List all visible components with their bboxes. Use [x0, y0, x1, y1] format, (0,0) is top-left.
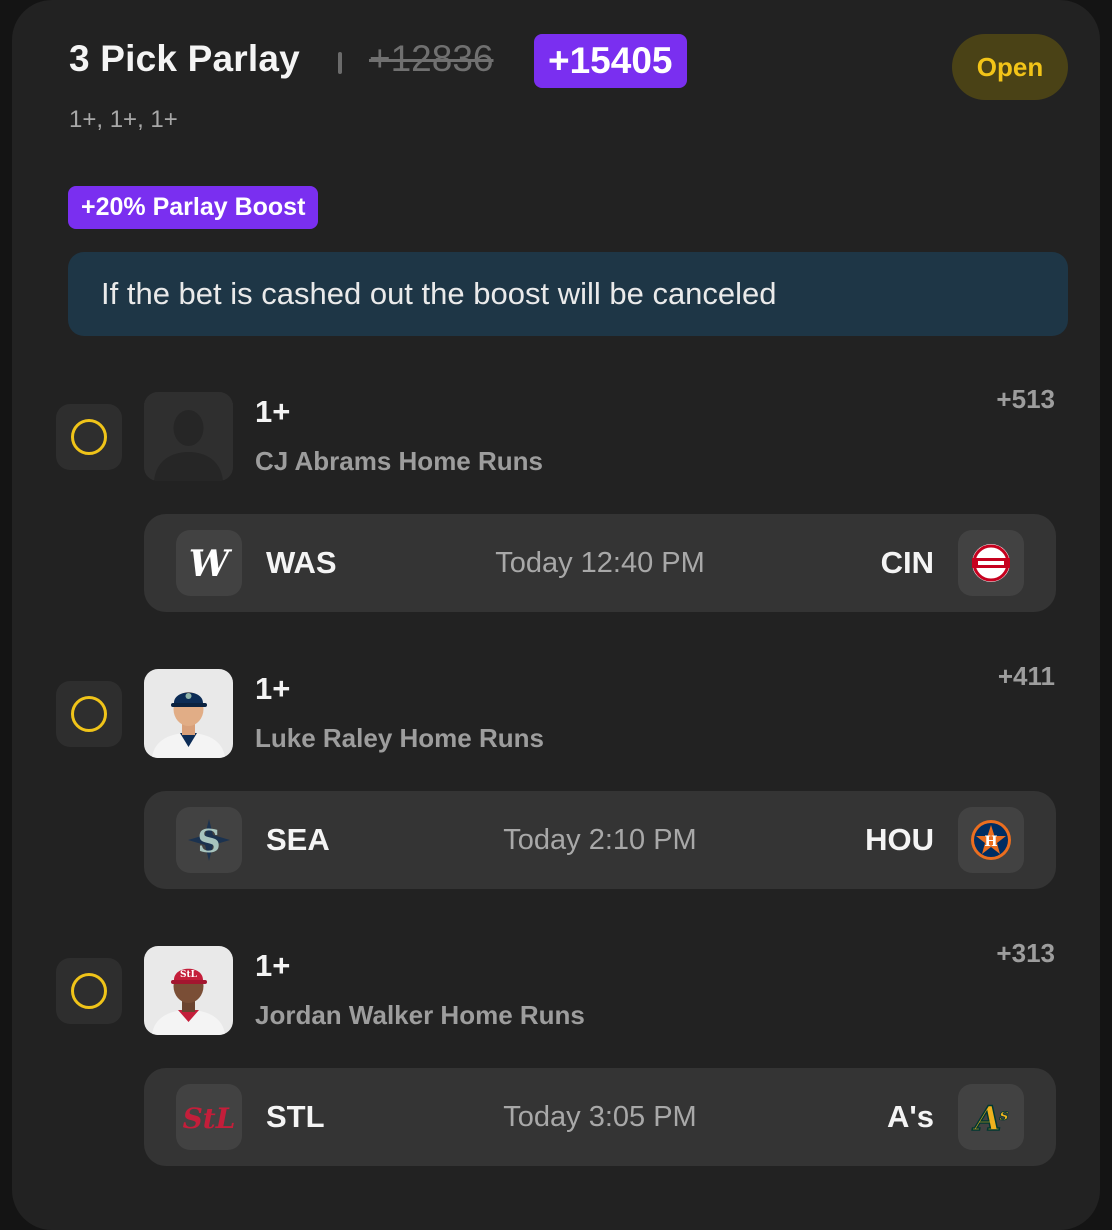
boosted-odds-badge: +15405	[534, 34, 687, 88]
pick-odds: +313	[996, 938, 1055, 968]
placeholder-person-icon	[144, 392, 233, 481]
circle-status-icon	[71, 696, 107, 732]
pick-item: 1+ Luke Raley Home Runs +411 S SEA Today…	[0, 661, 1112, 949]
status-badge: Open	[952, 34, 1068, 100]
pick-market: Jordan Walker Home Runs	[255, 1000, 585, 1030]
pick-line: 1+	[255, 394, 291, 429]
pick-status-toggle[interactable]	[56, 958, 122, 1024]
pick-odds: +513	[996, 384, 1055, 414]
game-info: W WAS Today 12:40 PM CIN	[144, 514, 1056, 612]
player-photo: StL	[144, 946, 233, 1035]
boost-cancel-notice: If the bet is cashed out the boost will …	[68, 252, 1068, 336]
pick-odds: +411	[997, 661, 1055, 691]
home-team-abbr: CIN	[880, 545, 934, 580]
pick-item: StL 1+ Jordan Walker Home Runs +313 StL …	[0, 938, 1112, 1226]
reds-logo-icon	[958, 530, 1024, 596]
parlay-legs-summary: 1+, 1+, 1+	[69, 106, 178, 133]
pick-item: 1+ CJ Abrams Home Runs +513 W WAS Today …	[0, 384, 1112, 672]
circle-status-icon	[71, 419, 107, 455]
game-info: StL STL Today 3:05 PM A's A s	[144, 1068, 1056, 1166]
title-divider	[338, 52, 342, 74]
pick-market: Luke Raley Home Runs	[255, 723, 544, 753]
svg-text:H: H	[984, 834, 997, 850]
home-team-abbr: HOU	[865, 822, 934, 857]
parlay-boost-badge: +20% Parlay Boost	[68, 186, 319, 229]
parlay-card: 3 Pick Parlay +12836 +15405 Open 1+, 1+,…	[12, 0, 1100, 1230]
home-team-abbr: A's	[887, 1099, 934, 1134]
astros-logo-icon: H	[958, 807, 1024, 873]
svg-text:s: s	[998, 1105, 1008, 1124]
athletics-logo-icon: A s	[958, 1084, 1024, 1150]
pick-line: 1+	[255, 948, 291, 983]
svg-text:StL: StL	[180, 970, 198, 980]
player-photo	[144, 669, 233, 758]
pick-status-toggle[interactable]	[56, 404, 122, 470]
pick-status-toggle[interactable]	[56, 681, 122, 747]
circle-status-icon	[71, 973, 107, 1009]
svg-text:A: A	[972, 1099, 1001, 1139]
original-odds: +12836	[369, 38, 494, 79]
game-info: S SEA Today 2:10 PM HOU H	[144, 791, 1056, 889]
pick-line: 1+	[255, 671, 291, 706]
parlay-title: 3 Pick Parlay	[69, 38, 300, 79]
pick-market: CJ Abrams Home Runs	[255, 446, 543, 476]
